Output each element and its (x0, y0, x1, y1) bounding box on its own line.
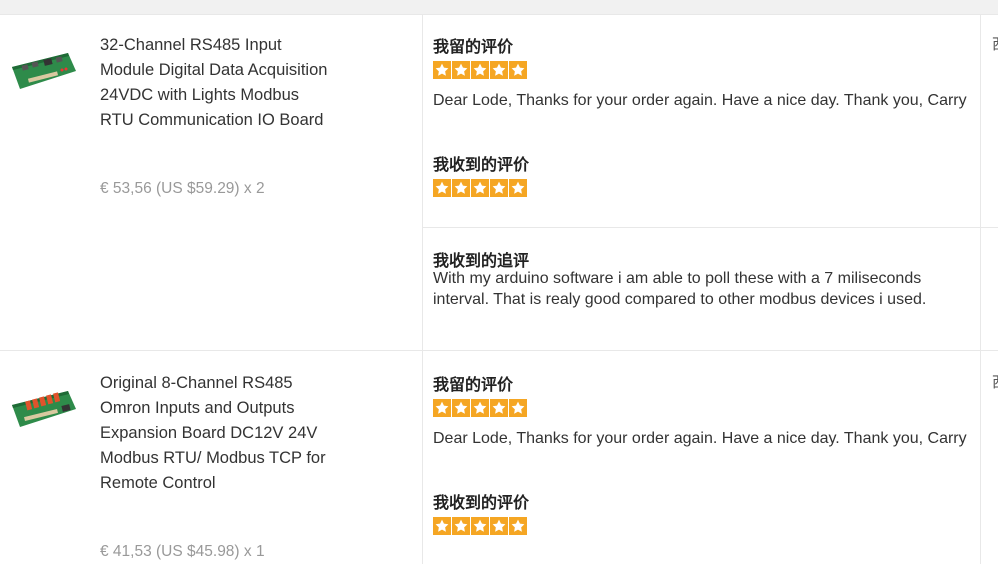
star-icon (490, 517, 508, 535)
product-title[interactable]: Original 8-Channel RS485 Omron Inputs an… (100, 371, 330, 496)
product-price: € 53,56 (US $59.29) x 2 (100, 180, 265, 197)
star-icon (490, 61, 508, 79)
star-icon (471, 399, 489, 417)
star-icon (490, 399, 508, 417)
my-review-label: 我留的评价 (433, 37, 514, 56)
product-thumbnail[interactable] (8, 45, 78, 95)
product-title[interactable]: 32-Channel RS485 Input Module Digital Da… (100, 33, 330, 133)
star-icon (509, 179, 527, 197)
star-icon (471, 179, 489, 197)
row-divider (0, 14, 998, 15)
star-icon (490, 179, 508, 197)
star-icon (452, 179, 470, 197)
my-review-label: 我留的评价 (433, 375, 514, 394)
received-review-stars (433, 517, 527, 535)
my-review-stars (433, 61, 527, 79)
product-thumbnail[interactable] (8, 383, 78, 433)
star-icon (452, 517, 470, 535)
product-price: € 41,53 (US $45.98) x 1 (100, 543, 265, 560)
received-review-label: 我收到的评价 (433, 493, 530, 512)
star-icon (509, 399, 527, 417)
received-review-label: 我收到的评价 (433, 155, 530, 174)
followup-review-text: With my arduino software i am able to po… (433, 270, 927, 308)
star-icon (509, 61, 527, 79)
column-divider (980, 14, 981, 564)
star-icon (433, 517, 451, 535)
column-divider (422, 14, 423, 564)
star-icon (433, 399, 451, 417)
star-icon (471, 61, 489, 79)
star-icon (452, 61, 470, 79)
star-icon (471, 517, 489, 535)
top-bar (0, 0, 998, 14)
my-review-text: Dear Lode, Thanks for your order again. … (433, 430, 967, 447)
star-icon (433, 61, 451, 79)
review-divider (422, 227, 998, 228)
my-review-stars (433, 399, 527, 417)
my-review-text: Dear Lode, Thanks for your order again. … (433, 92, 967, 109)
row-divider (0, 350, 998, 351)
star-icon (509, 517, 527, 535)
received-review-stars (433, 179, 527, 197)
side-column-text: 西 (992, 33, 998, 54)
star-icon (433, 179, 451, 197)
star-icon (452, 399, 470, 417)
side-column-text: 西 (992, 371, 998, 392)
